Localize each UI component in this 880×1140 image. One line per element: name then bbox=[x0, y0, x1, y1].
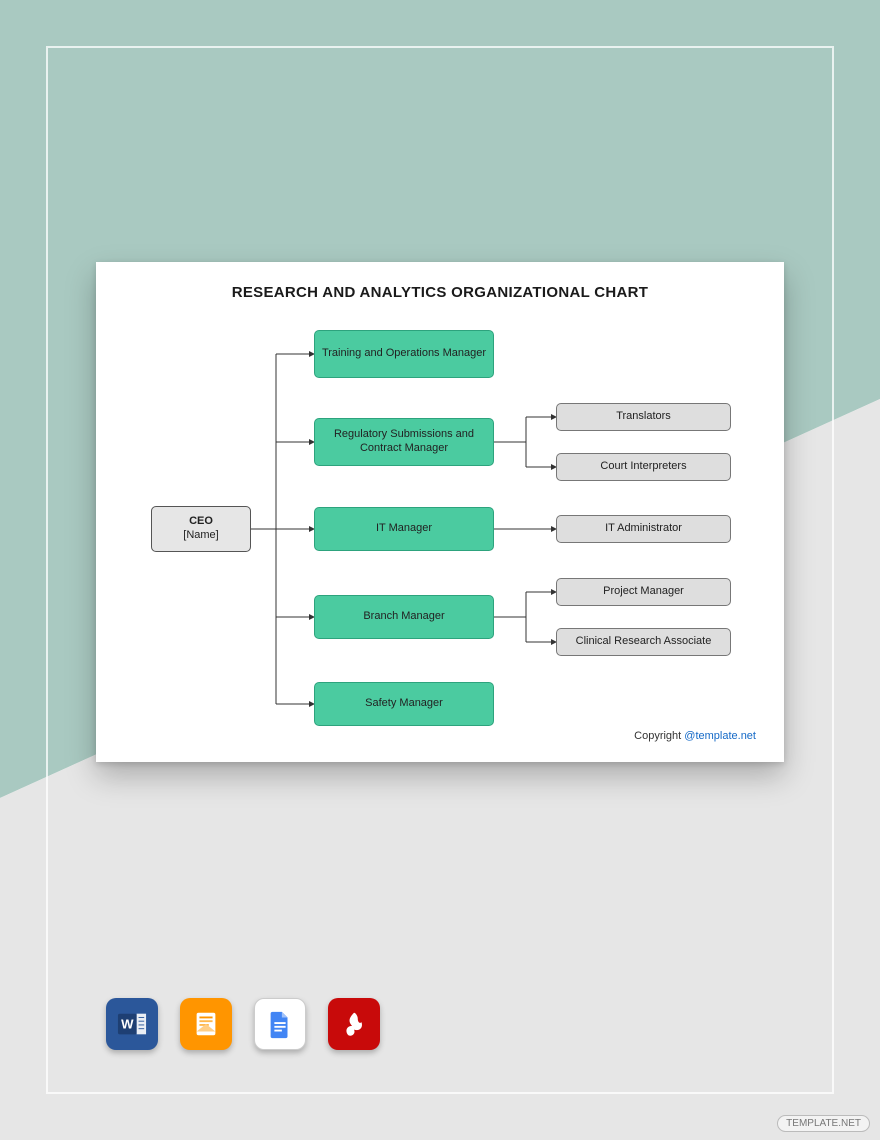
svg-text:W: W bbox=[121, 1017, 134, 1032]
org-node-manager-branch: Branch Manager bbox=[314, 595, 494, 639]
org-node-clinical-research: Clinical Research Associate bbox=[556, 628, 731, 656]
ceo-role: CEO bbox=[189, 515, 213, 529]
word-icon[interactable]: W bbox=[106, 998, 158, 1050]
copyright-link[interactable]: @template.net bbox=[684, 730, 756, 742]
pdf-icon[interactable] bbox=[328, 998, 380, 1050]
org-node-project-manager: Project Manager bbox=[556, 578, 731, 606]
org-node-manager-training-ops: Training and Operations Manager bbox=[314, 330, 494, 378]
stage: RESEARCH AND ANALYTICS ORGANIZATIONAL CH… bbox=[0, 0, 880, 1140]
org-node-it-administrator: IT Administrator bbox=[556, 515, 731, 543]
org-node-manager-it: IT Manager bbox=[314, 507, 494, 551]
org-node-ceo: CEO [Name] bbox=[151, 506, 251, 552]
org-node-manager-safety: Safety Manager bbox=[314, 682, 494, 726]
pages-icon[interactable] bbox=[180, 998, 232, 1050]
ceo-name-placeholder: [Name] bbox=[183, 529, 218, 543]
watermark-badge: TEMPLATE.NET bbox=[777, 1115, 870, 1132]
org-node-translators: Translators bbox=[556, 403, 731, 431]
copyright-line: Copyright @template.net bbox=[634, 730, 756, 742]
copyright-prefix: Copyright bbox=[634, 730, 684, 742]
format-icons-row: W bbox=[106, 998, 380, 1050]
org-node-manager-regulatory: Regulatory Submissions and Contract Mana… bbox=[314, 418, 494, 466]
org-node-court-interpreters: Court Interpreters bbox=[556, 453, 731, 481]
google-docs-icon[interactable] bbox=[254, 998, 306, 1050]
document-card: RESEARCH AND ANALYTICS ORGANIZATIONAL CH… bbox=[96, 262, 784, 762]
